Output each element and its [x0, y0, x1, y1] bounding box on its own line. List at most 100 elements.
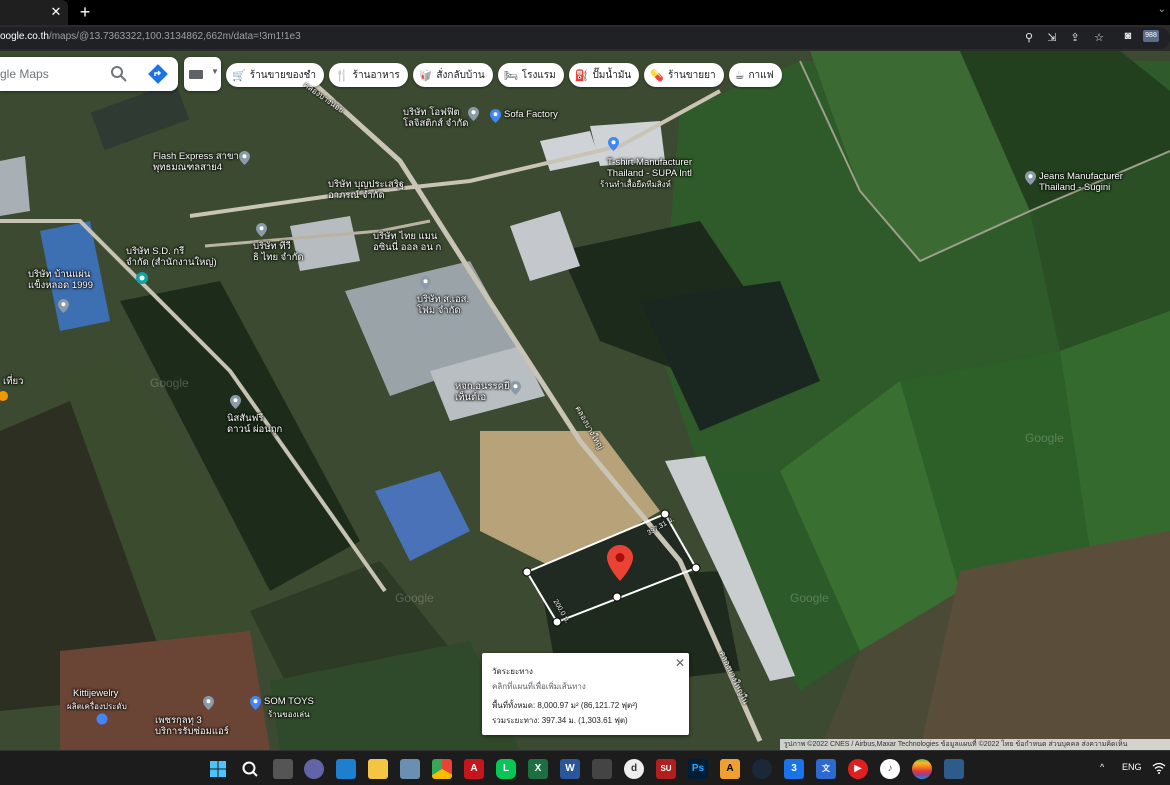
calendar-app-icon[interactable]: 文 — [816, 759, 836, 779]
place-pin-icon — [509, 381, 521, 395]
location-icon[interactable]: ⚲ — [1022, 31, 1036, 45]
file-explorer-icon[interactable] — [368, 759, 388, 779]
wifi-icon[interactable] — [1152, 762, 1166, 774]
place-boonprasert[interactable]: บริษัท บุญประเสริฐ อาภรณ์ จำกัด — [325, 179, 404, 201]
place-hok[interactable]: หจก.อนรรคยี เท็นต์เอ — [452, 381, 521, 403]
place-tshirt-manufacturer[interactable]: T-shirt Manufacturer Thailand - SUPA Int… — [607, 137, 692, 179]
place-teal-pin-icon[interactable] — [135, 271, 149, 285]
place-jeans-manufacturer[interactable]: Jeans Manufacturer Thailand - Sugini — [1025, 171, 1123, 193]
place-tv-thai[interactable]: บริษัท ทีวี ธิ ไทย จำกัด — [253, 223, 304, 263]
measure-distance-card: วัดระยะทาง คลิกที่แผนที่เพื่อเพิ่มเส้นทา… — [482, 653, 689, 735]
share-icon[interactable]: ⇪ — [1068, 31, 1082, 45]
photos-icon[interactable] — [400, 759, 420, 779]
place-som-toys[interactable]: SOM TOYS — [250, 696, 314, 710]
sketchup-icon[interactable]: SU — [656, 759, 676, 779]
place-label: Jeans Manufacturer Thailand - Sugini — [1039, 171, 1123, 193]
keyboard-input-button[interactable]: ▼ — [184, 57, 221, 91]
google-watermark: Google — [395, 591, 434, 605]
browser-tab[interactable]: ✕ — [0, 0, 68, 25]
google-watermark: Google — [1025, 431, 1064, 445]
apple-icon[interactable] — [912, 759, 932, 779]
close-tab-icon[interactable]: ✕ — [48, 4, 64, 20]
task-view-icon[interactable] — [273, 759, 293, 779]
chip-icon: 🍴 — [334, 69, 349, 82]
category-chip[interactable]: 🥡 สั่งกลับบ้าน — [412, 63, 493, 87]
chip-icon: ☕ — [734, 69, 745, 82]
word-icon[interactable]: W — [560, 759, 580, 779]
category-chip[interactable]: 🛏 โรงแรม — [497, 63, 564, 87]
place-flash-express[interactable]: Flash Express สาขา พุทธมณฑลสาย4 — [150, 151, 250, 173]
photoshop-icon[interactable]: Ps — [688, 759, 708, 779]
install-app-icon[interactable]: ⇲ — [1045, 31, 1059, 45]
music-icon[interactable]: ♪ — [880, 759, 900, 779]
place-office-logistics[interactable]: บริษัท โอฟฟิต โลจิสติกส์ จำกัด — [400, 107, 480, 129]
search-icon[interactable] — [110, 65, 128, 83]
place-banmaen[interactable]: บริษัท บ้านแผ่น แข็งหลอด 1999 — [25, 269, 93, 291]
place-pin-icon — [250, 696, 261, 710]
calculator-icon[interactable] — [944, 759, 964, 779]
category-chip[interactable]: 🍴 ร้านอาหาร — [328, 63, 408, 87]
category-chip[interactable]: ⛽ ปั๊มน้ำมัน — [568, 63, 640, 87]
line-icon[interactable]: L — [496, 759, 516, 779]
place-pin-icon — [230, 395, 241, 409]
place-thai-man[interactable]: บริษัท ไทย แมน อซินนี่ ออล อน ก — [370, 231, 441, 253]
total-distance: รวมระยะทาง: 397.34 ม. (1,303.61 ฟุต) — [492, 716, 628, 725]
keyboard-icon — [189, 70, 203, 79]
autocad-icon[interactable]: A — [720, 759, 740, 779]
place-pin-icon[interactable] — [203, 696, 214, 710]
place-pin-icon — [608, 137, 619, 151]
search-icon[interactable] — [240, 759, 260, 779]
chip-icon: 💊 — [650, 69, 664, 82]
place-sofa-factory[interactable]: Sofa Factory — [490, 109, 558, 123]
place-label: Sofa Factory — [504, 109, 558, 120]
directions-icon[interactable] — [148, 64, 168, 84]
address-bar[interactable]: oogle.co.th/maps/@13.7363322,100.3134862… — [0, 27, 1170, 49]
category-chip[interactable]: ☕ กาแฟ — [728, 63, 782, 87]
place-label: หจก.อนรรคยี เท็นต์เอ — [455, 381, 510, 403]
acrobat-icon[interactable]: A — [464, 759, 484, 779]
desktop-icon[interactable] — [336, 759, 356, 779]
google-watermark: Google — [790, 591, 829, 605]
place-pin-icon — [1025, 171, 1036, 185]
windows-start-icon[interactable] — [208, 759, 228, 779]
chat-icon[interactable] — [304, 759, 324, 779]
screen: ✕ + ⌄ oogle.co.th/maps/@13.7363322,100.3… — [0, 0, 1170, 785]
chevron-up-icon[interactable]: ^ — [1100, 762, 1104, 772]
language-indicator[interactable]: ENG — [1122, 762, 1142, 772]
category-chip[interactable]: 💊 ร้านขายยา — [644, 63, 724, 87]
place-sd[interactable]: บริษัท S.D. กรี จำกัด (สำนักงานใหญ่) — [123, 246, 217, 268]
card-title: วัดระยะทาง — [492, 667, 533, 676]
app-3-icon[interactable]: 3 — [784, 759, 804, 779]
excel-icon[interactable]: X — [528, 759, 548, 779]
tab-search-icon[interactable]: ⌄ — [1158, 4, 1166, 15]
chip-label: ปั๊มน้ำมัน — [592, 69, 632, 81]
app-icon[interactable] — [592, 759, 612, 779]
place-orange-pin-icon[interactable] — [0, 389, 8, 403]
steam-icon[interactable] — [752, 759, 772, 779]
place-kittijewelry[interactable]: Kittijewelry — [70, 688, 118, 699]
close-icon[interactable]: ✕ — [675, 656, 685, 670]
place-label: SOM TOYS — [264, 696, 314, 707]
camera-extension-icon[interactable]: ◙ — [1121, 29, 1135, 43]
place-left-edge[interactable]: เที่ยว — [0, 376, 23, 387]
place-pin-icon[interactable] — [58, 299, 69, 313]
satellite-map[interactable]: gle Maps ▼ 🛒 ร้านขายของชำ 🍴 ร้านอาหาร 🥡 สั่งก… — [0, 51, 1170, 750]
google-watermark: Google — [150, 376, 189, 390]
map-search-box[interactable]: gle Maps — [0, 57, 178, 91]
dropped-pin-icon[interactable] — [607, 545, 633, 581]
place-village[interactable]: เพชรกุลทุ 3 บริการรับซ่อมแอร์ — [152, 715, 229, 737]
chrome-icon[interactable] — [432, 759, 452, 779]
place-sl-foam[interactable]: บริษัท ส.เอส. โฟม จำกัด — [417, 276, 469, 316]
bookmark-star-icon[interactable]: ☆ — [1092, 31, 1106, 45]
place-label: นิสสันฟรี ดาวน์ ผ่อนถูก — [227, 413, 283, 435]
url-text[interactable]: oogle.co.th/maps/@13.7363322,100.3134862… — [0, 31, 301, 42]
chip-label: ร้านอาหาร — [352, 69, 400, 81]
shopping-pin-icon[interactable] — [96, 713, 108, 725]
place-label: บริษัท บ้านแผ่น แข็งหลอด 1999 — [28, 269, 93, 291]
place-sublabel: ร้านของเล่น — [268, 710, 310, 719]
youtube-icon[interactable]: ▶ — [848, 759, 868, 779]
d-app-icon[interactable]: d — [624, 759, 644, 779]
new-tab-button[interactable]: + — [76, 3, 94, 21]
extension-badge[interactable]: 988 — [1143, 30, 1159, 42]
place-nissan[interactable]: นิสสันฟรี ดาวน์ ผ่อนถูก — [227, 395, 283, 435]
